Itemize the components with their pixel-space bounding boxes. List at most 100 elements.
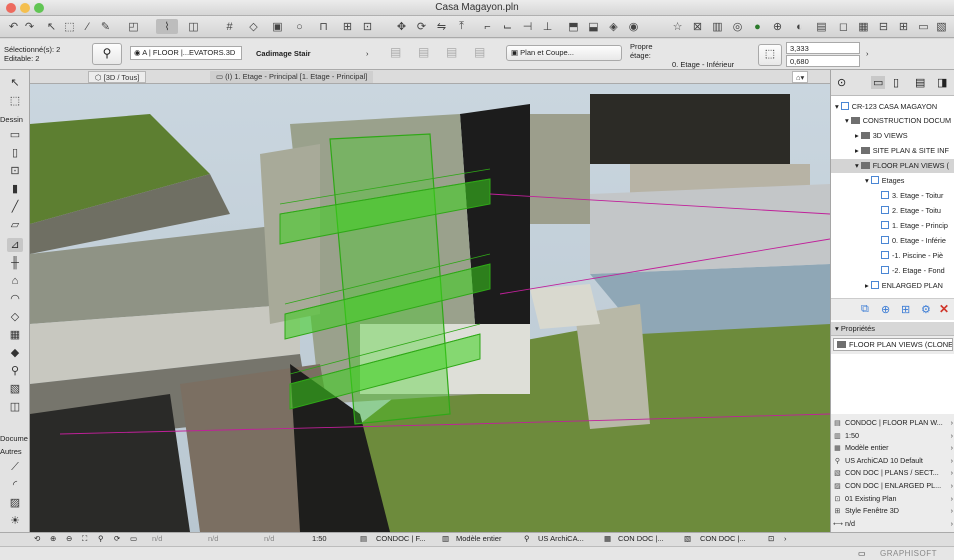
chevron-right-icon[interactable]: › [951,441,953,454]
nav-enlarged-plan[interactable]: ▸ ENLARGED PLAN [865,281,943,290]
chevron-right-icon[interactable]: › [366,49,369,58]
nav-story[interactable]: -2. Etage - Fond [881,266,945,275]
display-dropdown[interactable]: ▣ Plan et Coupe... [506,45,622,61]
undo-icon[interactable]: ↶ [6,19,21,34]
shell-tool-icon[interactable]: ◠ [7,292,23,306]
project-map-icon[interactable]: ▭ [871,76,886,89]
detail-icon[interactable]: ⊟ [876,19,891,34]
navigator-popup-icon[interactable]: ⊙ [837,76,846,89]
mvo-value[interactable]: CON DOC |... [700,534,746,543]
favorites-icon[interactable]: ☆ [670,19,685,34]
sun-icon[interactable]: ○ [292,19,307,34]
3d-window-icon[interactable]: ◐ [792,19,807,34]
pens-value[interactable]: US ArchiCA... [538,534,584,543]
nav-story[interactable]: 2. Etage - Toitu [881,206,941,215]
marquee-icon[interactable]: ⬚ [62,19,77,34]
nav-construction[interactable]: ▾ CONSTRUCTION DOCUM [845,116,951,125]
property-row[interactable]: ⊞ Style Fenêtre 3D › [833,504,953,517]
model-value[interactable]: Modèle entier [456,534,501,543]
view-map-icon[interactable]: ▯ [893,76,899,89]
offset-field[interactable]: 0,680 [786,55,860,67]
solid-ops-icon[interactable]: ◈ [606,19,621,34]
delete-icon[interactable]: ✕ [939,302,949,316]
snap-icon[interactable]: ◫ [186,19,201,34]
chevron-right-icon[interactable]: › [951,466,953,479]
window-tool-icon[interactable]: ⊡ [7,164,23,178]
zoom-in-icon[interactable]: ⊕ [50,534,56,543]
nav-story[interactable]: 3. Etage - Toitur [881,191,943,200]
stair-tool-icon[interactable]: ⊿ [7,238,23,252]
nav-story[interactable]: 1. Etage - Princip [881,221,948,230]
curtain-wall-tool-icon[interactable]: ▦ [7,328,23,342]
intersect-icon[interactable]: ⊥ [540,19,555,34]
column-tool-icon[interactable]: ▮ [7,182,23,196]
publisher-icon[interactable]: ◨ [937,76,947,89]
resize-icon[interactable]: ⬓ [586,19,601,34]
arrow-tool-icon[interactable]: ↖ [7,76,23,90]
worksheet-icon[interactable]: ⊞ [896,19,911,34]
mirror-icon[interactable]: ⇋ [434,19,449,34]
floor-value[interactable]: 0. Etage - Inférieur [672,60,734,69]
chevron-right-icon[interactable]: › [951,454,953,467]
plane-icon[interactable]: ◇ [246,19,261,34]
chevron-right-icon[interactable]: › [866,49,869,58]
roof-tool-icon[interactable]: ⌂ [7,274,23,288]
grid-icon[interactable]: # [222,19,237,34]
figure-tool-icon[interactable]: ▨ [7,496,23,510]
group-icon[interactable]: ⊞ [340,19,355,34]
height-icon[interactable]: ⬚ [758,44,782,66]
offset-icon[interactable]: ⬒ [566,19,581,34]
fill-icon[interactable]: ▥ [710,19,725,34]
slab-tool-icon[interactable]: ▱ [7,218,23,232]
property-row[interactable]: ▨ CON DOC | ENLARGED PL... › [833,479,953,492]
property-row[interactable]: ▦ Modèle entier › [833,441,953,454]
layer-field[interactable]: ◉ A | FLOOR |...EVATORS.3D [130,46,242,60]
save-view-icon[interactable]: ⊕ [881,303,890,316]
property-row[interactable]: ⚲ US ArchiCAD 10 Default › [833,454,953,467]
line-tool-icon[interactable]: ⟋ [7,460,23,474]
chevron-right-icon[interactable]: › [951,517,953,530]
trim-icon[interactable]: ⌐ [480,19,495,34]
layer-settings-icon[interactable]: ◰ [126,19,141,34]
teamwork-icon[interactable]: ◎ [730,19,745,34]
eyedropper-icon[interactable]: ⁄ [80,19,95,34]
window-toggle-icon[interactable]: ▭ [858,549,866,558]
tab-floor-plan[interactable]: ▭ (I) 1. Etage - Principal [1. Etage - P… [210,71,374,83]
gravity-icon[interactable]: ⌇ [156,19,178,34]
property-row[interactable]: ▧ CON DOC | PLANS / SECT... › [833,466,953,479]
orbit-icon[interactable]: ⟳ [114,534,120,543]
layout-icon[interactable]: ▭ [916,19,931,34]
nav-root[interactable]: ▾ CR-123 CASA MAGAYON [835,102,937,111]
lamp-tool-icon[interactable]: ☀ [7,514,23,528]
elevate-icon[interactable]: ⤒ [454,19,469,34]
chevron-right-icon[interactable]: › [951,416,953,429]
nav-floor-plan-views[interactable]: ▾ FLOOR PLAN VIEWS ( [831,159,954,173]
pointer-icon[interactable]: ↖ [44,19,59,34]
scale-value[interactable]: 1:50 [312,534,327,543]
beam-tool-icon[interactable]: ╱ [7,200,23,214]
settings-icon[interactable]: ⚙ [921,303,931,316]
property-row[interactable]: ⊡ 01 Existing Plan › [833,492,953,505]
render-icon[interactable]: ◉ [626,19,641,34]
3d-scene[interactable] [30,84,830,532]
walk-icon[interactable]: ⚲ [98,534,104,543]
property-row[interactable]: ▤ CONDOC | FLOOR PLAN W... › [833,416,953,429]
chevron-right-icon[interactable]: › [951,479,953,492]
zone-tool-icon[interactable]: ▧ [7,382,23,396]
elevation-icon[interactable]: ▦ [856,19,871,34]
tab-3d[interactable]: ⬡ [3D / Tous] [88,71,147,83]
nav-3d-views[interactable]: ▸ 3D VIEWS [855,131,908,140]
chevron-right-icon[interactable]: › [951,504,953,517]
skylight-tool-icon[interactable]: ◇ [7,310,23,324]
wall-tool-icon[interactable]: ▭ [7,128,23,142]
object-settings-icon[interactable]: ⚲ [92,43,122,65]
nav-story[interactable]: -1. Piscine - Piè [881,251,943,260]
publish-icon[interactable]: ⊕ [770,19,785,34]
cube-icon[interactable]: ▣ [270,19,285,34]
mesh-tool-icon[interactable]: ◫ [7,400,23,414]
property-row[interactable]: ▥ 1:50 › [833,429,953,442]
fit-icon[interactable]: ⛶ [82,534,87,544]
object-tool-icon[interactable]: ⚲ [7,364,23,378]
suspend-group-icon[interactable]: ⊡ [360,19,375,34]
split-icon[interactable]: ⌙ [500,19,515,34]
